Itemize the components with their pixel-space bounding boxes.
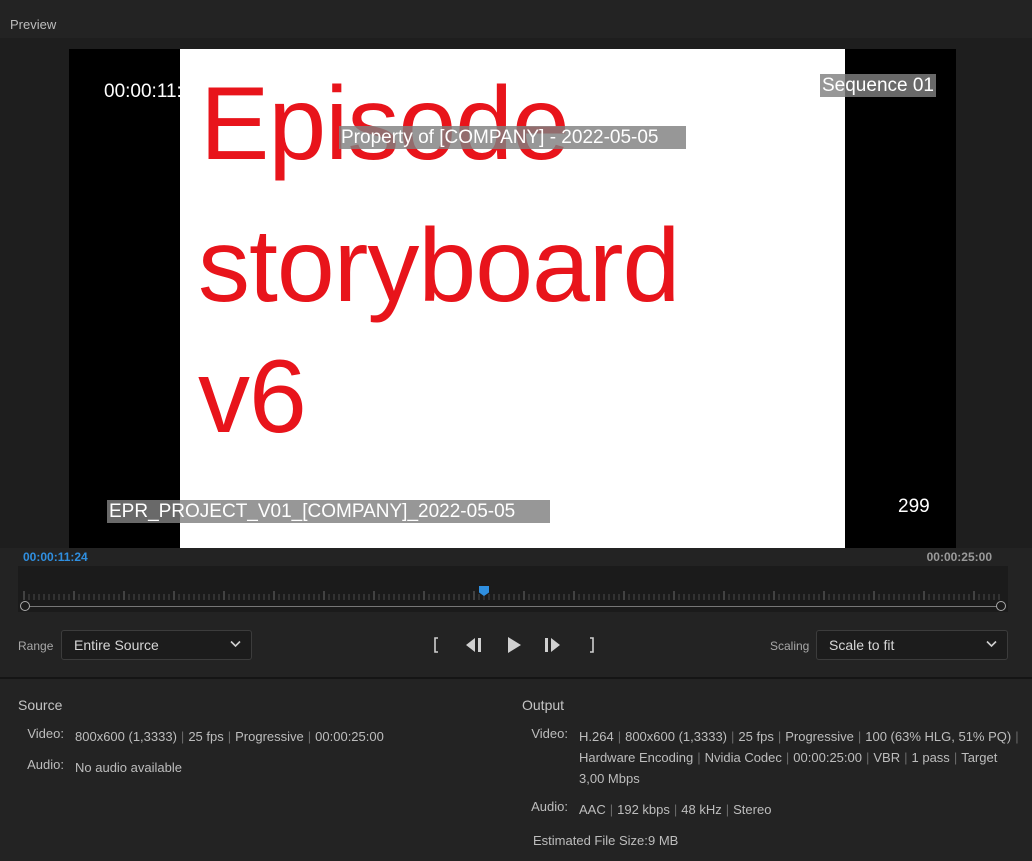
- step-forward-button[interactable]: [541, 634, 563, 656]
- burnin-watermark: Property of [COMPANY] - 2022-05-05: [339, 126, 686, 149]
- range-start-handle[interactable]: [20, 601, 30, 611]
- source-title: Source: [18, 697, 63, 713]
- content-line-3: v6: [198, 339, 307, 455]
- output-title: Output: [522, 697, 565, 713]
- panel-divider: [0, 677, 1032, 679]
- scaling-label: Scaling: [770, 639, 810, 653]
- step-back-button[interactable]: [463, 634, 485, 656]
- output-video-key: Video:: [531, 726, 568, 741]
- content-line-2: storyboard: [198, 208, 680, 324]
- current-timecode: 00:00:11:24: [23, 550, 88, 564]
- source-audio-key: Audio:: [27, 757, 64, 772]
- source-video-key: Video:: [27, 726, 64, 741]
- chevron-down-icon: [986, 640, 997, 648]
- chevron-down-icon: [230, 640, 241, 648]
- output-audio-key: Audio:: [531, 799, 568, 814]
- burnin-filename: EPR_PROJECT_V01_[COMPANY]_2022-05-05: [107, 500, 550, 523]
- range-track: [24, 606, 1002, 607]
- scaling-dropdown[interactable]: Scale to fit: [816, 630, 1008, 660]
- estimated-file-size-value: 9 MB: [648, 833, 679, 848]
- mark-out-icon: [590, 637, 594, 653]
- output-audio-info: AAC | 192 kbps | 48 kHz | Stereo: [579, 802, 772, 817]
- play-button[interactable]: [503, 634, 525, 656]
- set-in-point-button[interactable]: [428, 634, 444, 656]
- play-icon: [508, 637, 521, 653]
- scaling-dropdown-value: Scale to fit: [829, 637, 895, 653]
- range-end-handle[interactable]: [996, 601, 1006, 611]
- video-frame-content: Episode storyboard v6: [180, 49, 845, 548]
- source-audio-info: No audio available: [75, 760, 182, 775]
- source-video-info: 800x600 (1,3333) | 25 fps | Progressive | 00:0…: [75, 729, 384, 744]
- video-preview: Episode storyboard v6 00:00:11:24 Sequen…: [69, 49, 956, 548]
- step-forward-icon: [545, 638, 560, 652]
- set-out-point-button[interactable]: [584, 634, 600, 656]
- output-video-info-line3: 3,00 Mbps: [579, 771, 640, 786]
- content-line-1: Episode: [200, 66, 570, 182]
- step-back-icon: [466, 638, 481, 652]
- mark-in-icon: [434, 637, 438, 653]
- estimated-file-size-key: Estimated File Size:: [533, 833, 648, 848]
- range-label: Range: [18, 639, 54, 653]
- burnin-sequence: Sequence 01: [820, 74, 936, 97]
- total-duration: 00:00:25:00: [926, 550, 992, 564]
- timeline-ruler: [23, 591, 1000, 600]
- burnin-frame-number: 299: [898, 496, 930, 517]
- range-dropdown-value: Entire Source: [74, 637, 159, 653]
- output-video-info-line2: Hardware Encoding | Nvidia Codec | 00:00:25:…: [579, 750, 998, 765]
- timeline-scrubber[interactable]: [18, 566, 1008, 612]
- range-dropdown[interactable]: Entire Source: [61, 630, 252, 660]
- panel-title: Preview: [10, 17, 57, 32]
- burnin-timecode: 00:00:11:24: [104, 81, 203, 102]
- output-video-info-line1: H.264 | 800x600 (1,3333) | 25 fps | Progressiv…: [579, 729, 1019, 744]
